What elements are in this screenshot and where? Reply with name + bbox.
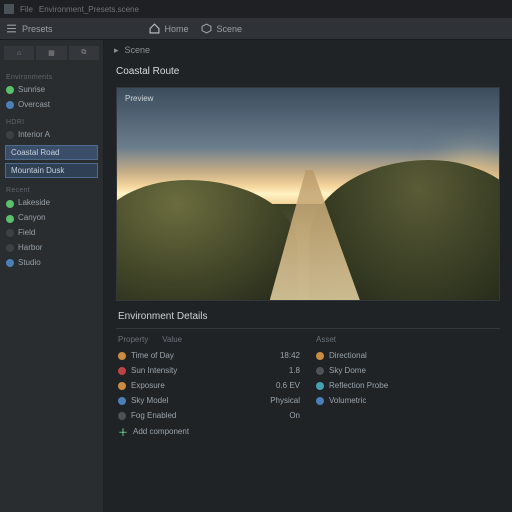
property-key: Exposure — [131, 381, 165, 390]
preset-button-coastal[interactable]: Coastal Road — [5, 145, 98, 160]
main-panel: ▸ Scene Coastal Route Preview Environmen… — [104, 40, 512, 512]
hamburger-icon — [6, 23, 17, 34]
cube-icon — [201, 23, 212, 34]
property-row[interactable]: Exposure 0.6 EV — [118, 378, 300, 393]
preview-label: Preview — [125, 94, 153, 103]
sidebar-item-label: Sunrise — [18, 86, 45, 95]
toolbar-left[interactable]: Presets — [6, 23, 53, 34]
sidebar-item-label: Overcast — [18, 101, 50, 110]
breadcrumb-label: Scene — [125, 45, 151, 55]
property-row[interactable]: Sky Model Physical — [118, 393, 300, 408]
dot-icon — [118, 382, 126, 390]
dot-icon — [316, 367, 324, 375]
toolbar-home-label: Home — [165, 24, 189, 34]
sidebar-item-label: Lakeside — [18, 199, 50, 208]
asset-row[interactable]: Sky Dome — [316, 363, 498, 378]
header-property: Property — [118, 335, 148, 344]
property-key: Sky Model — [131, 396, 168, 405]
property-value: 1.8 — [289, 366, 300, 375]
status-dot-icon — [6, 244, 14, 252]
sidebar-item-recent[interactable]: Studio — [0, 256, 103, 271]
status-dot-icon — [6, 229, 14, 237]
status-dot-icon — [6, 131, 14, 139]
details-panel: Property Value Time of Day 18:42 Sun Inte… — [104, 329, 512, 443]
property-value: 18:42 — [280, 351, 300, 360]
window-path: Environment_Presets.scene — [39, 5, 139, 14]
sidebar-tab-2[interactable]: ⧉ — [69, 46, 99, 60]
dot-icon — [118, 352, 126, 360]
asset-row[interactable]: Volumetric — [316, 393, 498, 408]
property-key: Sun Intensity — [131, 366, 177, 375]
asset-label: Directional — [329, 351, 367, 360]
sidebar-item-recent[interactable]: Field — [0, 226, 103, 241]
property-row[interactable]: Fog Enabled On — [118, 408, 300, 423]
details-column-properties: Property Value Time of Day 18:42 Sun Inte… — [110, 333, 308, 439]
property-value: 0.6 EV — [276, 381, 300, 390]
asset-label: Sky Dome — [329, 366, 366, 375]
toolbar-scene[interactable]: Scene — [201, 23, 243, 34]
toolbar-left-label: Presets — [22, 24, 53, 34]
chevron-right-icon: ▸ — [114, 45, 119, 56]
toolbar: Presets Home Scene — [0, 18, 512, 40]
sidebar-item-label: Studio — [18, 259, 41, 268]
status-dot-icon — [6, 86, 14, 94]
asset-label: Reflection Probe — [329, 381, 388, 390]
header-asset: Asset — [316, 335, 336, 344]
sidebar-tabs: ⌂ ▦ ⧉ — [0, 44, 103, 62]
dot-icon — [118, 412, 126, 420]
sidebar-item-label: Harbor — [18, 244, 42, 253]
sidebar-item-recent[interactable]: Lakeside — [0, 196, 103, 211]
details-title: Environment Details — [104, 301, 512, 328]
sidebar-tab-0[interactable]: ⌂ — [4, 46, 34, 60]
status-dot-icon — [6, 200, 14, 208]
status-dot-icon — [6, 101, 14, 109]
sidebar-tab-1[interactable]: ▦ — [36, 46, 66, 60]
toolbar-home[interactable]: Home — [149, 23, 189, 34]
asset-label: Volumetric — [329, 396, 366, 405]
page-title: Coastal Route — [104, 60, 512, 83]
add-label: Add component — [133, 427, 189, 436]
property-row[interactable]: Time of Day 18:42 — [118, 348, 300, 363]
sidebar: ⌂ ▦ ⧉ Environments Sunrise Overcast HDRI… — [0, 40, 104, 512]
breadcrumb[interactable]: ▸ Scene — [104, 40, 512, 60]
header-value: Value — [162, 335, 182, 344]
file-menu[interactable]: File — [20, 5, 33, 14]
sidebar-item-sunrise[interactable]: Sunrise — [0, 83, 103, 98]
asset-row[interactable]: Reflection Probe — [316, 378, 498, 393]
dot-icon — [316, 382, 324, 390]
toolbar-scene-label: Scene — [217, 24, 243, 34]
details-header: Property Value — [118, 333, 300, 348]
property-row[interactable]: Sun Intensity 1.8 — [118, 363, 300, 378]
plus-icon: ＋ — [118, 426, 128, 436]
property-value: Physical — [270, 396, 300, 405]
preview-viewport[interactable]: Preview — [116, 87, 500, 301]
sidebar-section-environments: Environments — [0, 68, 103, 83]
property-key: Fog Enabled — [131, 411, 176, 420]
property-key: Time of Day — [131, 351, 174, 360]
sidebar-section-recent: Recent — [0, 181, 103, 196]
sidebar-item-recent[interactable]: Harbor — [0, 241, 103, 256]
dot-icon — [316, 397, 324, 405]
sidebar-section-hdri: HDRI — [0, 113, 103, 128]
app-icon — [4, 4, 14, 14]
sidebar-item-overcast[interactable]: Overcast — [0, 98, 103, 113]
asset-row[interactable]: Directional — [316, 348, 498, 363]
status-dot-icon — [6, 215, 14, 223]
home-icon — [149, 23, 160, 34]
sidebar-item-label: Interior A — [18, 131, 50, 140]
sidebar-item-interior[interactable]: Interior A — [0, 128, 103, 143]
preset-button-mountain[interactable]: Mountain Dusk — [5, 163, 98, 178]
sidebar-item-label: Canyon — [18, 214, 46, 223]
add-component[interactable]: ＋ Add component — [118, 423, 300, 439]
property-value: On — [289, 411, 300, 420]
dot-icon — [316, 352, 324, 360]
status-dot-icon — [6, 259, 14, 267]
titlebar: File Environment_Presets.scene — [0, 0, 512, 18]
sidebar-item-recent[interactable]: Canyon — [0, 211, 103, 226]
sidebar-item-label: Field — [18, 229, 35, 238]
details-header: Asset — [316, 333, 498, 348]
details-column-assets: Asset Directional Sky Dome Reflection Pr… — [308, 333, 506, 439]
dot-icon — [118, 367, 126, 375]
dot-icon — [118, 397, 126, 405]
